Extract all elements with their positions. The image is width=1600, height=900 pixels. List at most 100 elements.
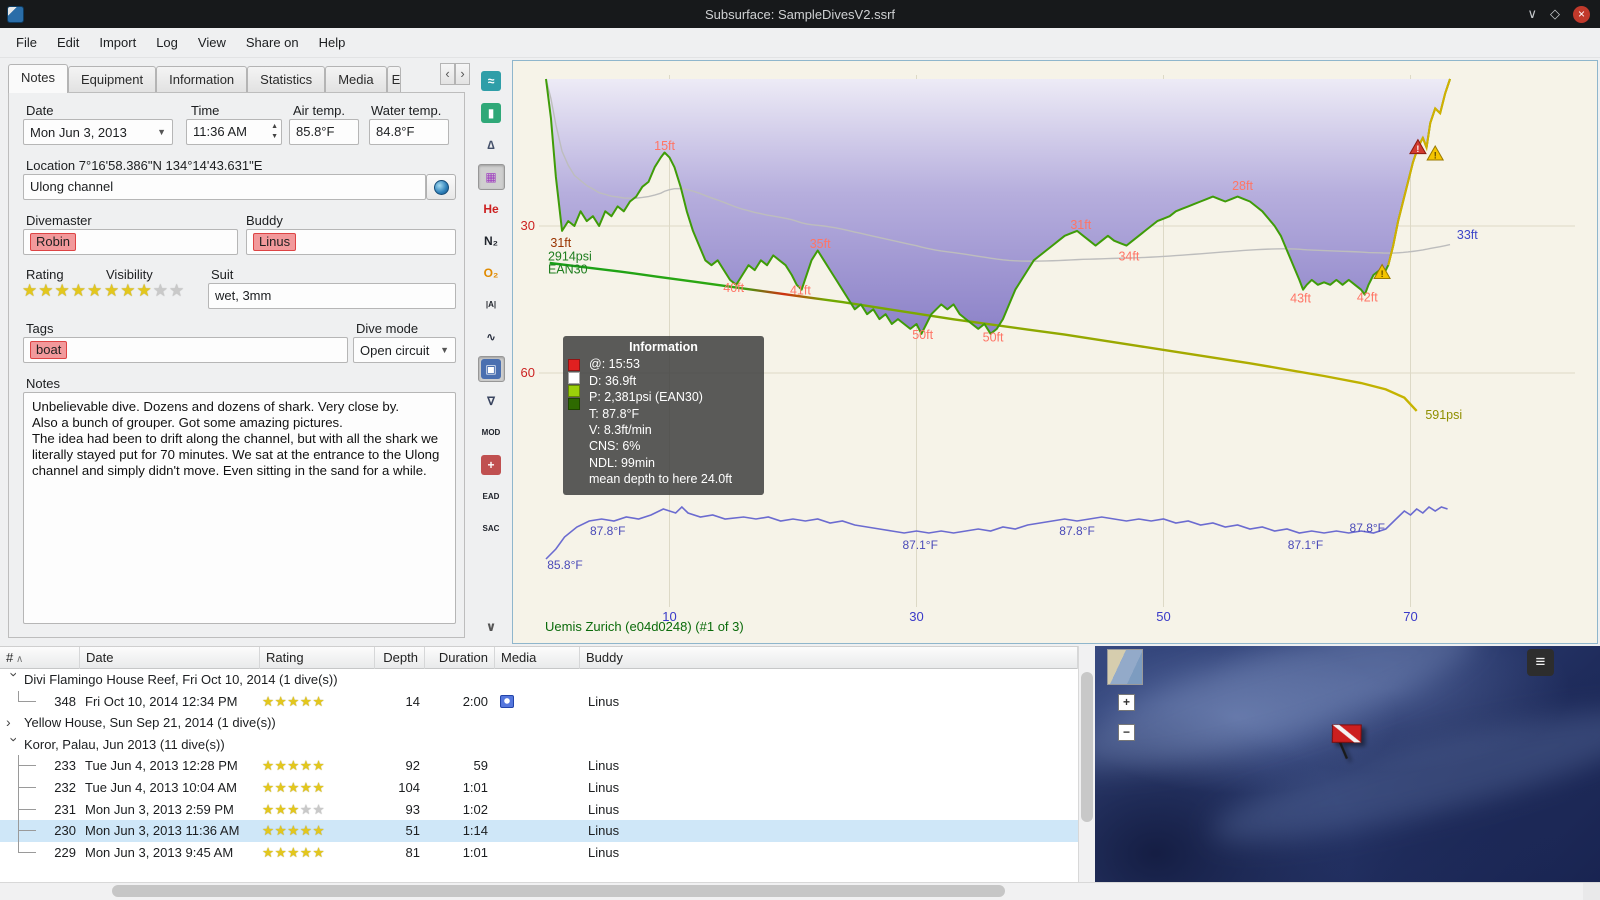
- map-widget[interactable]: + − ≡: [1095, 646, 1600, 882]
- star-filled-icon[interactable]: ★: [262, 780, 275, 795]
- menu-view[interactable]: View: [188, 31, 236, 54]
- tag-chip[interactable]: boat: [30, 341, 68, 359]
- star-filled-icon[interactable]: ★: [137, 281, 153, 300]
- scrollbar-thumb[interactable]: [112, 885, 1005, 897]
- collapse-trip-icon[interactable]: ›: [3, 672, 25, 686]
- column-header-date[interactable]: Date: [80, 647, 260, 669]
- tab-notes[interactable]: Notes: [8, 64, 68, 93]
- collapse-trip-icon[interactable]: ›: [3, 737, 25, 751]
- star-filled-icon[interactable]: ★: [300, 780, 313, 795]
- swim-rate-icon[interactable]: ≈: [478, 68, 505, 94]
- mean-depth-max-icon[interactable]: |A|: [478, 292, 505, 318]
- window-shade-button[interactable]: ∨: [1527, 6, 1537, 22]
- star-filled-icon[interactable]: ★: [312, 758, 325, 773]
- trip-row[interactable]: › Divi Flamingo House Reef, Fri Oct 10, 2…: [0, 669, 1078, 691]
- star-filled-icon[interactable]: ★: [300, 823, 313, 838]
- star-filled-icon[interactable]: ★: [262, 845, 275, 860]
- menu-log[interactable]: Log: [146, 31, 188, 54]
- expand-trip-icon[interactable]: ›: [6, 712, 20, 734]
- star-filled-icon[interactable]: ★: [312, 694, 325, 709]
- buddy-input[interactable]: Linus: [246, 229, 456, 255]
- star-filled-icon[interactable]: ★: [287, 823, 300, 838]
- buddy-chip[interactable]: Linus: [253, 233, 297, 251]
- spinner-icons[interactable]: ▲ ▼: [271, 122, 278, 142]
- column-header-rating[interactable]: Rating: [260, 647, 375, 669]
- dive-row[interactable]: 232 Tue Jun 4, 2013 10:04 AM ★★★★★ 104 1:01 L…: [0, 776, 1078, 799]
- star-filled-icon[interactable]: ★: [275, 758, 288, 773]
- star-filled-icon[interactable]: ★: [275, 780, 288, 795]
- ead-icon[interactable]: EAD: [478, 484, 505, 510]
- pp-helium-icon[interactable]: He: [478, 196, 505, 222]
- notes-textarea[interactable]: Unbelievable dive. Dozens and dozens of …: [23, 392, 456, 624]
- map-zoom-out-button[interactable]: −: [1118, 724, 1135, 741]
- dive-row[interactable]: 233 Tue Jun 4, 2013 12:28 PM ★★★★★ 92 59 Linu…: [0, 755, 1078, 777]
- star-filled-icon[interactable]: ★: [262, 823, 275, 838]
- star-filled-icon[interactable]: ★: [287, 780, 300, 795]
- column-header-depth[interactable]: Depth: [375, 647, 425, 669]
- tab-media[interactable]: Media: [325, 66, 387, 93]
- mod-icon[interactable]: MOD: [478, 420, 505, 446]
- star-filled-icon[interactable]: ★: [312, 845, 325, 860]
- star-empty-icon[interactable]: ★: [300, 802, 313, 817]
- media-photo-icon[interactable]: [500, 694, 514, 708]
- star-filled-icon[interactable]: ★: [287, 694, 300, 709]
- scrollbar-thumb[interactable]: [1081, 672, 1093, 822]
- star-filled-icon[interactable]: ★: [275, 845, 288, 860]
- location-input[interactable]: Ulong channel: [23, 174, 426, 200]
- tab-equipment[interactable]: Equipment: [67, 66, 157, 93]
- divemode-combobox[interactable]: Open circuit ▼: [353, 337, 456, 363]
- dive-row[interactable]: 229 Mon Jun 3, 2013 9:45 AM ★★★★★ 81 1:01 Lin…: [0, 841, 1078, 864]
- profile-scale-icon[interactable]: ∆: [478, 132, 505, 158]
- collapse-toolbar-icon[interactable]: ∨: [478, 614, 505, 640]
- star-filled-icon[interactable]: ★: [300, 758, 313, 773]
- star-filled-icon[interactable]: ★: [262, 694, 275, 709]
- tab-information[interactable]: Information: [156, 66, 248, 93]
- visibility-stars[interactable]: ★★★★★: [104, 281, 185, 301]
- trip-row[interactable]: › Koror, Palau, Jun 2013 (11 dive(s)): [0, 734, 1078, 756]
- dive-list-scrollbar[interactable]: [1078, 646, 1095, 882]
- star-filled-icon[interactable]: ★: [262, 758, 275, 773]
- tab-e[interactable]: E: [386, 66, 402, 93]
- photos-toggle-icon[interactable]: ▣: [477, 356, 505, 382]
- star-filled-icon[interactable]: ★: [287, 845, 300, 860]
- star-empty-icon[interactable]: ★: [312, 802, 325, 817]
- dive-row[interactable]: 348 Fri Oct 10, 2014 12:34 PM ★★★★★ 14 2:00 L…: [0, 690, 1078, 713]
- pp-oxygen-icon[interactable]: O₂: [478, 260, 505, 286]
- column-header-duration[interactable]: Duration: [425, 647, 495, 669]
- star-empty-icon[interactable]: ★: [169, 281, 185, 300]
- map-zoom-in-button[interactable]: +: [1118, 694, 1135, 711]
- star-filled-icon[interactable]: ★: [312, 823, 325, 838]
- airtemp-input[interactable]: 85.8°F: [289, 119, 359, 145]
- watertemp-input[interactable]: 84.8°F: [369, 119, 449, 145]
- column-header-buddy[interactable]: Buddy: [580, 647, 1078, 669]
- star-filled-icon[interactable]: ★: [287, 758, 300, 773]
- dive-row[interactable]: 230 Mon Jun 3, 2013 11:36 AM ★★★★★ 51 1:14 Li…: [0, 820, 1078, 842]
- star-filled-icon[interactable]: ★: [71, 281, 87, 300]
- tags-input[interactable]: boat: [23, 337, 348, 363]
- star-filled-icon[interactable]: ★: [104, 281, 120, 300]
- star-filled-icon[interactable]: ★: [262, 802, 275, 817]
- divemaster-chip[interactable]: Robin: [30, 233, 76, 251]
- tab-statistics[interactable]: Statistics: [247, 66, 326, 93]
- deco-plus-icon[interactable]: +: [478, 452, 505, 478]
- star-filled-icon[interactable]: ★: [275, 802, 288, 817]
- tank-bar-icon[interactable]: ▮: [478, 100, 505, 126]
- dive-row[interactable]: 231 Mon Jun 3, 2013 2:59 PM ★★★★★ 93 1:02 Lin…: [0, 798, 1078, 821]
- map-globe-button[interactable]: [426, 174, 456, 200]
- star-filled-icon[interactable]: ★: [275, 823, 288, 838]
- gas-change-icon[interactable]: ∇: [478, 388, 505, 414]
- menu-share-on[interactable]: Share on: [236, 31, 309, 54]
- suit-input[interactable]: wet, 3mm: [208, 283, 456, 309]
- map-overview-thumbnail[interactable]: [1107, 649, 1143, 685]
- date-combobox[interactable]: Mon Jun 3, 2013 ▼: [23, 119, 173, 145]
- column-header-num[interactable]: # ∧: [0, 647, 80, 669]
- menu-help[interactable]: Help: [309, 31, 356, 54]
- time-input[interactable]: 11:36 AM ▲ ▼: [186, 119, 282, 145]
- menu-file[interactable]: File: [6, 31, 47, 54]
- window-close-button[interactable]: ×: [1573, 5, 1590, 23]
- star-filled-icon[interactable]: ★: [287, 802, 300, 817]
- window-maximize-button[interactable]: ◇: [1550, 6, 1560, 22]
- star-filled-icon[interactable]: ★: [120, 281, 136, 300]
- star-filled-icon[interactable]: ★: [87, 281, 103, 300]
- star-filled-icon[interactable]: ★: [275, 694, 288, 709]
